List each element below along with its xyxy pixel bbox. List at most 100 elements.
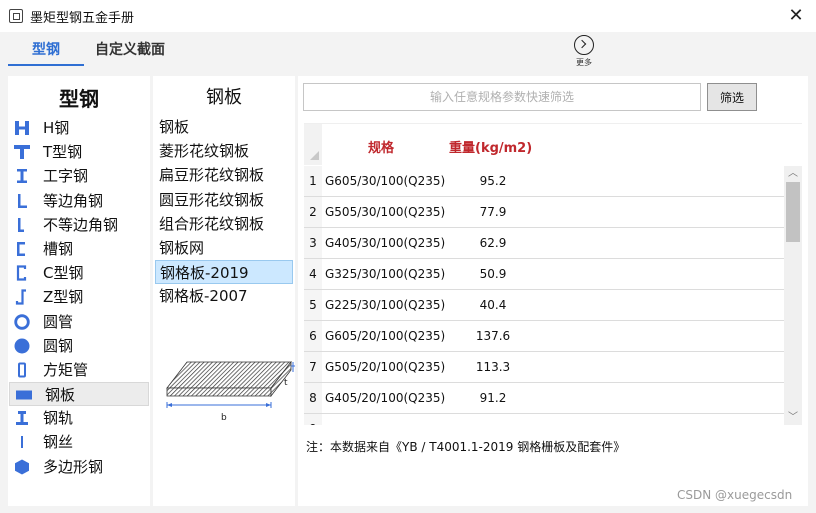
wire-icon — [21, 436, 23, 449]
i-beam-icon — [17, 169, 27, 184]
subtype-item[interactable]: 组合形花纹钢板 — [153, 212, 295, 236]
subtype-item[interactable]: 钢格板-2007 — [153, 284, 295, 308]
section-type-list: H钢 T型钢 工字钢 等边角钢 不等边角钢 槽钢 C型钢 Z型钢 圆管 圆钢 方… — [8, 116, 150, 479]
section-item-label: 圆钢 — [43, 336, 74, 355]
cell-spec: G605/20/100(Q235) — [325, 329, 446, 343]
tab-steel-sections[interactable]: 型钢 — [8, 38, 84, 66]
column-header-weight[interactable]: 重量(kg/m2) — [449, 137, 532, 156]
round-bar-icon — [14, 338, 30, 354]
section-item-label: 槽钢 — [43, 239, 74, 258]
section-item-z-section[interactable]: Z型钢 — [8, 285, 150, 309]
filter-button[interactable]: 筛选 — [707, 83, 757, 111]
row-index: 5 — [304, 290, 322, 320]
table-header: 规格 重量(kg/m2) — [304, 124, 802, 165]
cell-spec: G505/30/100(Q235) — [325, 205, 446, 219]
table-row[interactable]: 3 G405/30/100(Q235) 62.9 — [304, 228, 784, 259]
section-item-c-section[interactable]: C型钢 — [8, 261, 150, 285]
section-type-header: 型钢 — [59, 87, 99, 111]
diagram-label-b: b — [221, 413, 227, 423]
subtype-item[interactable]: 钢板网 — [153, 236, 295, 260]
cell-weight: 95.2 — [479, 174, 507, 188]
table-row[interactable]: 4 G325/30/100(Q235) 50.9 — [304, 259, 784, 290]
title-bar: 墨矩型钢五金手册 ✕ — [0, 0, 816, 32]
diagram-label-t: t — [284, 378, 288, 388]
section-item-label: H钢 — [43, 119, 70, 137]
select-all-corner[interactable] — [304, 124, 322, 165]
table-row[interactable]: 5 G225/30/100(Q235) 40.4 — [304, 290, 784, 321]
subtype-panel: 钢板 钢板 菱形花纹钢板 扁豆形花纹钢板 圆豆形花纹钢板 组合形花纹钢板 钢板网… — [153, 76, 295, 506]
data-source-note: 注：本数据来自《YB / T4001.1-2019 钢格栅板及配套件》 — [306, 440, 626, 454]
subtype-item[interactable]: 钢板 — [153, 115, 295, 139]
table-row[interactable]: 2 G505/30/100(Q235) 77.9 — [304, 197, 784, 228]
section-item-round-bar[interactable]: 圆钢 — [8, 334, 150, 358]
scroll-thumb[interactable] — [786, 182, 800, 242]
section-item-polygon[interactable]: 多边形钢 — [8, 455, 150, 479]
angle-icon — [18, 193, 27, 208]
data-panel: 筛选 规格 重量(kg/m2) 1G605/30/100(Q235) 95.2 2… — [298, 76, 808, 506]
section-item-round-tube[interactable]: 圆管 — [8, 310, 150, 334]
channel-icon — [17, 241, 25, 256]
row-index: 6 — [304, 321, 322, 351]
section-item-label: 方矩管 — [43, 360, 89, 379]
cell-weight: 137.6 — [475, 329, 511, 343]
section-item-label: 钢丝 — [43, 433, 74, 452]
cell-weight: 91.2 — [479, 391, 507, 405]
table-body: 1 G605/30/100(Q235) 95.2 2 G505/30/100(Q235… — [304, 166, 784, 425]
cell-spec: G225/30/100(Q235) — [325, 298, 446, 312]
section-item-plate[interactable]: 钢板 — [9, 382, 149, 407]
row-index: 8 — [304, 383, 322, 413]
more-button[interactable]: 更多 — [568, 34, 600, 70]
section-item-channel[interactable]: 槽钢 — [8, 237, 150, 261]
section-item-label: 不等边角钢 — [43, 215, 119, 234]
section-item-wire[interactable]: 钢丝 — [8, 430, 150, 454]
section-item-h-beam[interactable]: H钢 — [8, 116, 150, 140]
more-label: 更多 — [576, 58, 592, 67]
cell-spec: G325/30/100(Q235) — [325, 267, 446, 281]
top-toolbar: 型钢 自定义截面 更多 — [0, 32, 816, 72]
section-item-t-beam[interactable]: T型钢 — [8, 140, 150, 164]
cell-weight: 50.9 — [479, 267, 507, 281]
cell-weight: 113.3 — [475, 360, 511, 374]
vertical-scrollbar[interactable]: ︿ ﹀ — [784, 166, 802, 425]
subtype-header: 钢板 — [206, 87, 242, 108]
close-button[interactable]: ✕ — [784, 4, 808, 28]
column-header-spec[interactable]: 规格 — [368, 137, 394, 156]
cell-spec: G605/30/100(Q235) — [325, 174, 446, 188]
cell-weight: 40.4 — [479, 298, 507, 312]
table-row[interactable]: 8 G405/20/100(Q235) 91.2 — [304, 383, 784, 414]
section-item-label: 钢轨 — [43, 409, 74, 428]
scroll-down-arrow-icon[interactable]: ﹀ — [784, 410, 802, 425]
cell-weight: 77.9 — [479, 205, 507, 219]
chevron-right-circle-icon — [574, 35, 594, 55]
subtype-item[interactable]: 菱形花纹钢板 — [153, 139, 295, 163]
table-row[interactable]: 7 G505/20/100(Q235) 113.3 — [304, 352, 784, 383]
c-section-icon — [16, 265, 27, 281]
window-title: 墨矩型钢五金手册 — [30, 11, 135, 26]
section-item-label: 多边形钢 — [43, 457, 104, 476]
section-item-rect-tube[interactable]: 方矩管 — [8, 358, 150, 382]
app-logo-icon — [9, 9, 23, 23]
tab-custom-section[interactable]: 自定义截面 — [90, 38, 170, 66]
scroll-up-arrow-icon[interactable]: ︿ — [784, 166, 802, 182]
row-index: 3 — [304, 228, 322, 258]
rail-icon — [16, 411, 28, 426]
plate-icon — [16, 390, 32, 400]
table-row[interactable]: 6 G605/20/100(Q235) 137.6 — [304, 321, 784, 352]
round-tube-icon — [14, 313, 30, 330]
section-item-rail[interactable]: 钢轨 — [8, 406, 150, 430]
table-row[interactable]: 1 G605/30/100(Q235) 95.2 — [304, 166, 784, 197]
section-item-label: 工字钢 — [43, 167, 89, 186]
row-index: 2 — [304, 197, 322, 227]
table-row[interactable]: 9 — [304, 414, 784, 425]
subtype-item[interactable]: 圆豆形花纹钢板 — [153, 188, 295, 212]
section-item-equal-angle[interactable]: 等边角钢 — [8, 189, 150, 213]
section-item-i-beam[interactable]: 工字钢 — [8, 164, 150, 188]
subtype-list: 钢板 菱形花纹钢板 扁豆形花纹钢板 圆豆形花纹钢板 组合形花纹钢板 钢板网 钢格… — [153, 115, 295, 309]
filter-input[interactable] — [303, 83, 701, 111]
row-index: 1 — [304, 166, 322, 196]
z-section-icon — [15, 289, 26, 305]
row-index: 9 — [304, 414, 322, 425]
subtype-item-selected[interactable]: 钢格板-2019 — [155, 260, 293, 285]
subtype-item[interactable]: 扁豆形花纹钢板 — [153, 163, 295, 187]
section-item-unequal-angle[interactable]: 不等边角钢 — [8, 213, 150, 237]
